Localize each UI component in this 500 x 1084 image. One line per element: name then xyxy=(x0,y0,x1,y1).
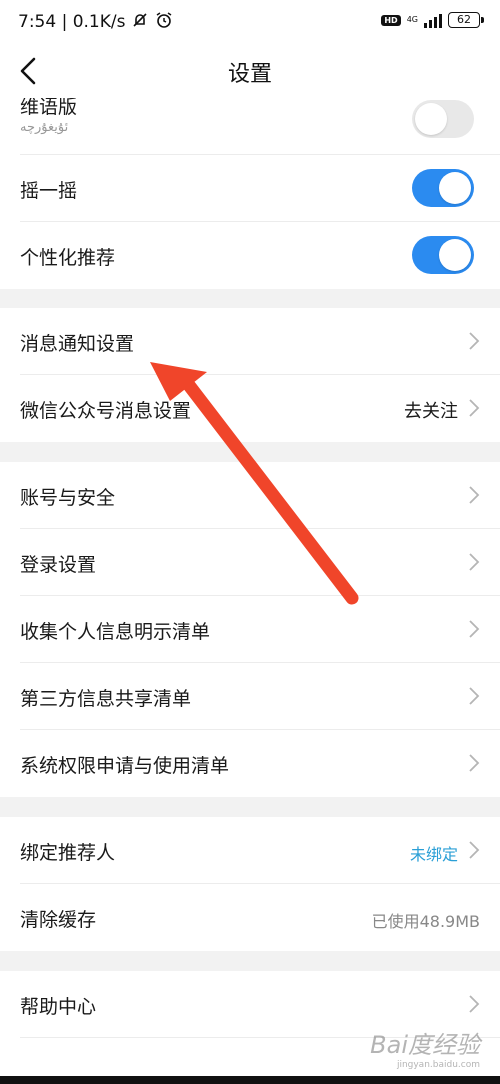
setting-label-personal-info: 收集个人信息明示清单 xyxy=(20,621,211,643)
status-left: 7:54 | 0.1K/s xyxy=(18,11,173,33)
setting-row-permissions[interactable]: 系统权限申请与使用清单 xyxy=(0,730,500,797)
nav-bar: 设置 xyxy=(0,44,500,98)
status-right: HD 4G 62 xyxy=(381,12,484,28)
status-time: 7:54 | 0.1K/s xyxy=(18,12,126,32)
bottom-edge xyxy=(0,1076,500,1084)
toggle-uyghur[interactable] xyxy=(412,100,474,138)
toggle-shake[interactable] xyxy=(412,169,474,207)
chevron-right-icon xyxy=(469,841,480,859)
setting-label-account: 账号与安全 xyxy=(20,487,116,509)
mute-icon xyxy=(131,11,149,33)
setting-label-referrer: 绑定推荐人 xyxy=(20,842,116,864)
setting-row-personal-info[interactable]: 收集个人信息明示清单 xyxy=(0,596,500,663)
hd-badge: HD xyxy=(381,14,401,26)
setting-row-login[interactable]: 登录设置 xyxy=(0,529,500,596)
setting-row-third-party[interactable]: 第三方信息共享清单 xyxy=(0,663,500,730)
chevron-right-icon xyxy=(469,486,480,504)
setting-label-help: 帮助中心 xyxy=(20,996,97,1018)
setting-row-account[interactable]: 账号与安全 xyxy=(0,462,500,529)
setting-sublabel-uyghur: ئۇيغۇرچە xyxy=(20,120,69,135)
alarm-icon xyxy=(155,11,173,33)
signal-icon xyxy=(424,12,442,28)
chevron-right-icon xyxy=(469,754,480,772)
setting-row-cache[interactable]: 清除缓存 已使用48.9MB xyxy=(0,884,500,951)
setting-value-wechat: 去关注 xyxy=(404,401,458,422)
chevron-right-icon xyxy=(469,332,480,350)
battery-icon: 62 xyxy=(448,12,484,28)
chevron-right-icon xyxy=(469,399,480,417)
setting-label-permissions: 系统权限申请与使用清单 xyxy=(20,755,230,777)
setting-row-personalized[interactable]: 个性化推荐 xyxy=(0,222,500,289)
chevron-right-icon xyxy=(469,553,480,571)
toggle-knob xyxy=(439,239,471,271)
setting-label-login: 登录设置 xyxy=(20,554,97,576)
toggle-knob xyxy=(439,172,471,204)
status-bar: 7:54 | 0.1K/s HD 4G 62 xyxy=(0,0,500,44)
chevron-right-icon xyxy=(469,620,480,638)
chevron-right-icon xyxy=(469,687,480,705)
setting-label-wechat: 微信公众号消息设置 xyxy=(20,400,192,422)
setting-value-referrer: 未绑定 xyxy=(409,845,458,864)
setting-label-cache: 清除缓存 xyxy=(20,909,97,931)
setting-value-cache: 已使用48.9MB xyxy=(371,912,480,931)
setting-row-wechat[interactable]: 微信公众号消息设置 去关注 xyxy=(0,375,500,442)
setting-row-shake[interactable]: 摇一摇 xyxy=(0,155,500,222)
setting-label-shake: 摇一摇 xyxy=(20,180,78,202)
setting-label-third-party: 第三方信息共享清单 xyxy=(20,688,192,710)
chevron-right-icon xyxy=(469,995,480,1013)
watermark: Bai度经验 jingyan.baidu.com xyxy=(370,1025,480,1070)
setting-label-uyghur: 维语版 xyxy=(20,98,78,118)
toggle-knob xyxy=(415,103,447,135)
network-type: 4G xyxy=(406,15,418,24)
setting-label-personalized: 个性化推荐 xyxy=(20,247,116,269)
setting-row-uyghur: 维语版 ئۇيغۇرچە xyxy=(0,98,500,155)
page-title: 设置 xyxy=(227,62,272,87)
setting-row-referrer[interactable]: 绑定推荐人 未绑定 xyxy=(0,817,500,884)
watermark-logo: Bai度经验 xyxy=(370,1031,480,1059)
setting-row-notifications[interactable]: 消息通知设置 xyxy=(0,308,500,375)
setting-label-notifications: 消息通知设置 xyxy=(20,333,135,355)
watermark-url: jingyan.baidu.com xyxy=(396,1060,480,1070)
toggle-personalized[interactable] xyxy=(412,236,474,274)
